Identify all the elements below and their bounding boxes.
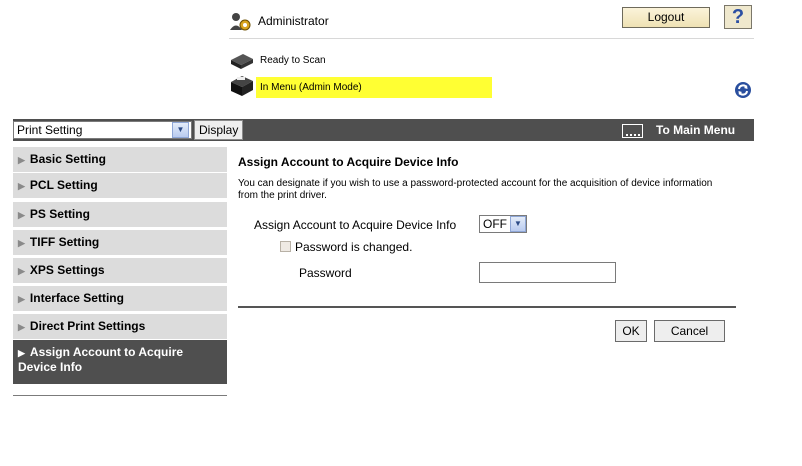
assign-account-label: Assign Account to Acquire Device Info [254, 218, 457, 232]
password-input[interactable] [479, 262, 616, 283]
refresh-icon[interactable] [734, 81, 752, 99]
sidebar-item-direct-print-settings[interactable]: ▶ Direct Print Settings [13, 314, 227, 340]
sidebar-item-ps-setting[interactable]: ▶ PS Setting [13, 202, 227, 228]
to-main-menu-link[interactable]: To Main Menu [656, 123, 735, 137]
main-menu-icon[interactable] [622, 124, 643, 138]
password-changed-label: Password is changed. [295, 240, 413, 254]
sidebar-item-label: PS Setting [29, 207, 90, 221]
administrator-label: Administrator [258, 14, 329, 28]
triangle-right-icon: ▶ [18, 155, 25, 165]
sidebar-item-basic-setting[interactable]: ▶ Basic Setting [13, 147, 227, 173]
category-select[interactable]: Print Setting [13, 121, 192, 139]
sidebar-item-label: Direct Print Settings [29, 319, 146, 333]
sidebar-item-label-line1: Assign Account to Acquire [29, 345, 184, 359]
password-changed-checkbox[interactable] [280, 241, 291, 252]
chevron-down-icon[interactable]: ▼ [510, 216, 526, 232]
display-button[interactable]: Display [194, 120, 243, 140]
help-button[interactable]: ? [724, 5, 752, 29]
sidebar-item-interface-setting[interactable]: ▶ Interface Setting [13, 286, 227, 312]
sidebar-item-xps-settings[interactable]: ▶ XPS Settings [13, 258, 227, 284]
sidebar-item-label: PCL Setting [29, 178, 98, 192]
ok-button[interactable]: OK [615, 320, 647, 342]
sidebar-item-pcl-setting[interactable]: ▶ PCL Setting [13, 173, 227, 199]
sidebar-item-label: Basic Setting [29, 152, 106, 166]
content-divider [238, 306, 736, 308]
page-title: Assign Account to Acquire Device Info [238, 155, 459, 169]
sidebar-item-label: Interface Setting [29, 291, 124, 305]
header-divider [229, 38, 754, 39]
sidebar-item-assign-account[interactable]: ▶ Assign Account to Acquire Device Info [13, 340, 227, 384]
page-description: You can designate if you wish to use a p… [238, 178, 713, 201]
triangle-right-icon: ▶ [18, 238, 25, 248]
logout-button[interactable]: Logout [622, 7, 710, 28]
status-ready-text: Ready to Scan [260, 55, 326, 66]
sidebar-item-tiff-setting[interactable]: ▶ TIFF Setting [13, 230, 227, 256]
triangle-right-icon: ▶ [18, 322, 25, 332]
triangle-right-icon: ▶ [18, 294, 25, 304]
triangle-right-icon: ▶ [18, 266, 25, 276]
triangle-right-icon: ▶ [18, 348, 25, 358]
chevron-down-icon[interactable]: ▼ [172, 122, 189, 138]
sidebar-divider [13, 395, 227, 396]
sidebar-item-label-line2: Device Info [18, 360, 83, 374]
password-label: Password [299, 266, 352, 280]
sidebar-item-label: TIFF Setting [29, 235, 100, 249]
printer-status-icon [229, 73, 255, 97]
triangle-right-icon: ▶ [18, 181, 25, 191]
triangle-right-icon: ▶ [18, 210, 25, 220]
scanner-status-icon [229, 52, 255, 70]
cancel-button[interactable]: Cancel [654, 320, 725, 342]
status-menu-text: In Menu (Admin Mode) [256, 77, 492, 98]
administrator-icon [229, 12, 251, 32]
sidebar-item-label: XPS Settings [29, 263, 105, 277]
